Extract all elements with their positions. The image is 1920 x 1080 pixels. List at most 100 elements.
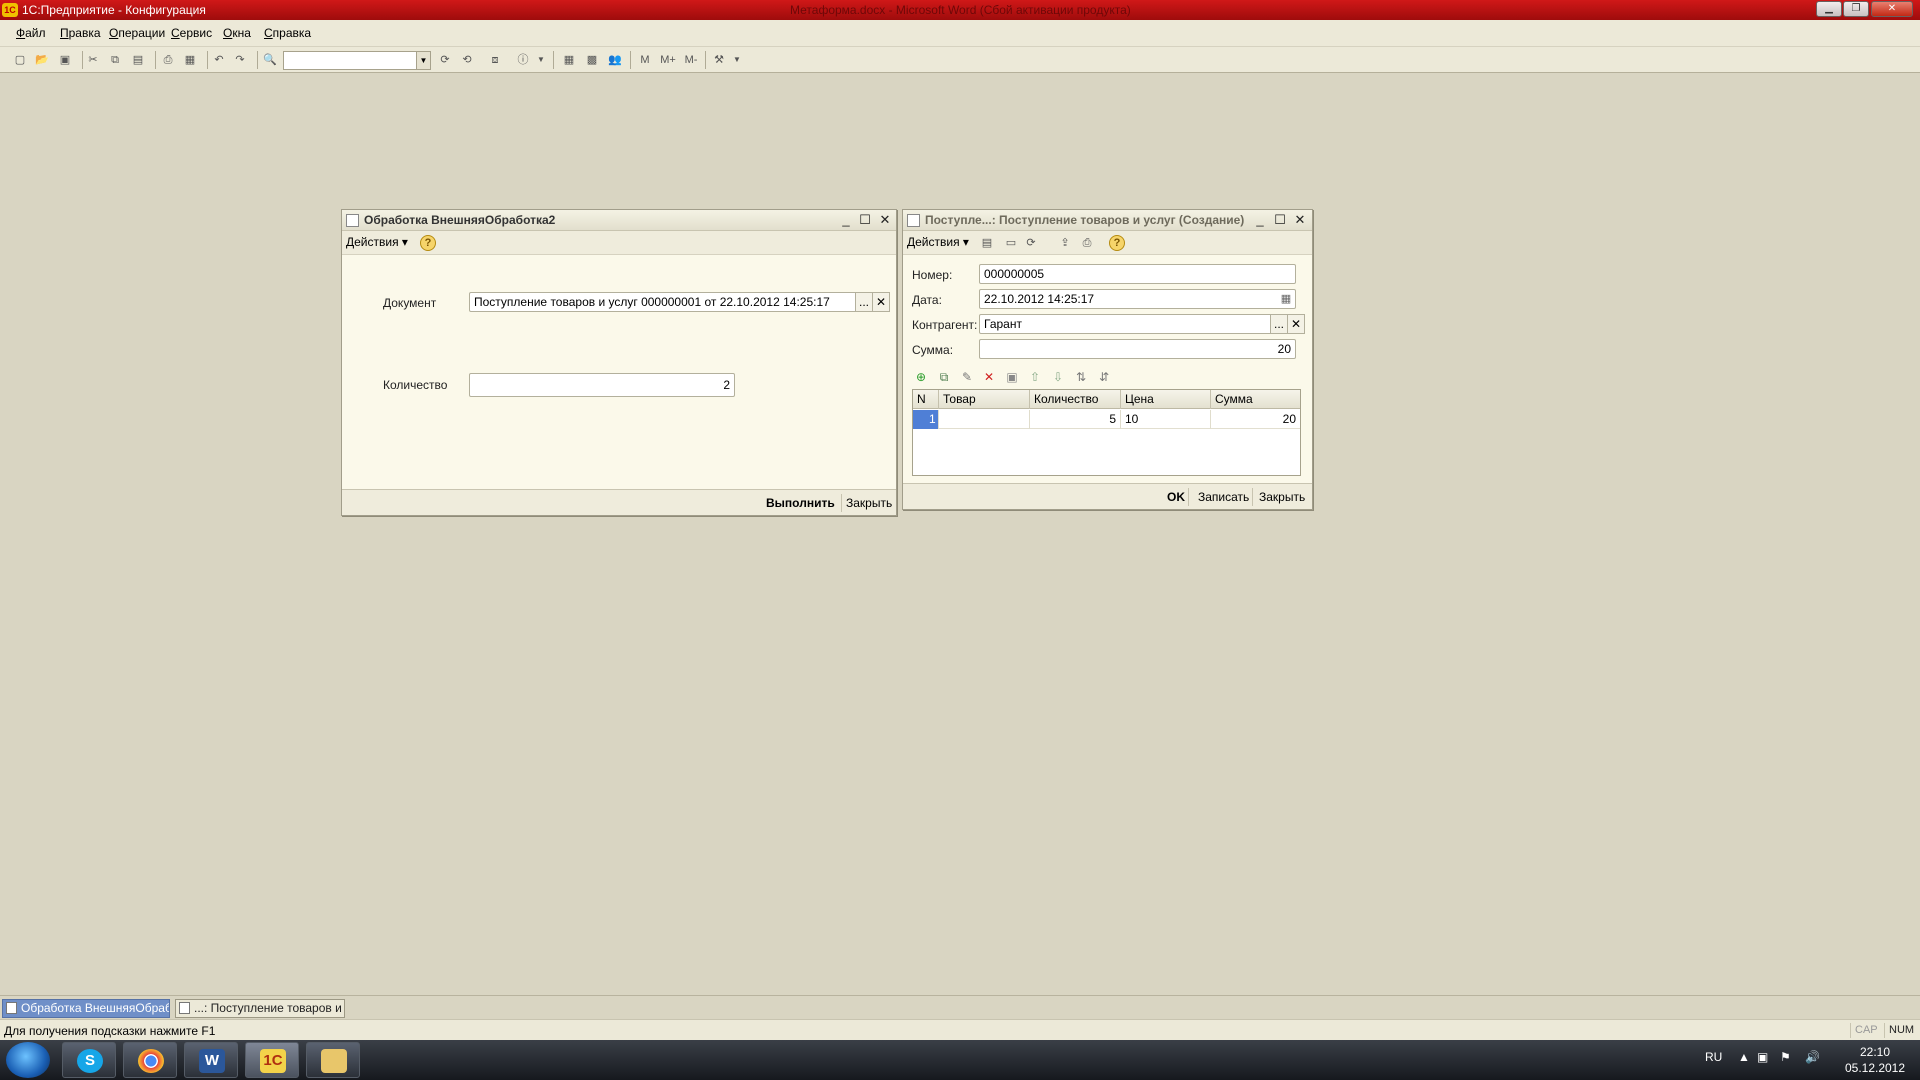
move-down-icon[interactable]: ⇩ [1050, 369, 1066, 385]
help-icon[interactable]: ? [1109, 235, 1125, 251]
main-title-bar[interactable]: 1С 1С:Предприятие - Конфигурация Метафор… [0, 0, 1920, 20]
memory-plus-button[interactable]: M+ [658, 52, 678, 68]
minimize-button[interactable]: ▁ [1816, 1, 1842, 17]
sum-field[interactable]: 20 [979, 339, 1296, 359]
network-icon[interactable]: ⚑ [1780, 1050, 1791, 1064]
window-tab-receipt[interactable]: ...: Поступление товаров и ... [175, 999, 345, 1018]
preview-icon[interactable]: ▦ [182, 52, 198, 68]
receipt-form-title-bar[interactable]: Поступле...: Поступление товаров и услуг… [903, 210, 1312, 231]
save-icon[interactable]: ▣ [57, 52, 73, 68]
close-button[interactable]: Закрыть [846, 496, 892, 510]
undo-icon[interactable]: ↶ [211, 52, 227, 68]
document-select-button[interactable]: ... [855, 292, 873, 312]
column-header-sum[interactable]: Сумма [1211, 390, 1300, 409]
row-number-cell[interactable]: 1 [913, 410, 939, 429]
menu-help[interactable]: Справка [264, 26, 311, 40]
contractor-select-button[interactable]: ... [1270, 314, 1288, 334]
window-tab-processing[interactable]: Обработка ВнешняяОбраб... [2, 999, 170, 1018]
find-icon[interactable]: 🔍 [262, 52, 278, 68]
taskbar-1c[interactable]: 1С [245, 1042, 299, 1078]
delete-row-icon[interactable]: ✕ [981, 369, 997, 385]
tools-icon[interactable]: ⚒ [711, 52, 727, 68]
maximize-icon[interactable]: ☐ [857, 212, 873, 228]
close-icon[interactable]: ✕ [877, 212, 893, 228]
column-header-product[interactable]: Товар [939, 390, 1030, 409]
info-icon[interactable]: ⓘ [515, 52, 531, 68]
sort-asc-icon[interactable]: ⇅ [1073, 369, 1089, 385]
sum-cell[interactable]: 20 [1211, 410, 1300, 429]
minimize-icon[interactable]: _ [838, 212, 854, 228]
help-icon[interactable]: ? [420, 235, 436, 251]
maximize-icon[interactable]: ☐ [1272, 212, 1288, 228]
language-indicator[interactable]: RU [1705, 1050, 1722, 1064]
table-icon[interactable]: ▦ [561, 52, 577, 68]
actions-menu-button[interactable]: Действия ▾ [907, 235, 969, 249]
date-field[interactable]: 22.10.2012 14:25:17 [979, 289, 1296, 309]
taskbar-explorer[interactable] [306, 1042, 360, 1078]
menu-service[interactable]: Сервис [171, 26, 212, 40]
memory-m-button[interactable]: M [637, 52, 653, 68]
cut-icon[interactable]: ✂ [85, 52, 101, 68]
quantity-cell[interactable]: 5 [1030, 410, 1121, 429]
movements-icon[interactable]: ▭ [1003, 235, 1019, 251]
start-button[interactable] [6, 1042, 50, 1078]
taskbar-chrome[interactable] [123, 1042, 177, 1078]
refresh-icon[interactable]: ⟳ [1023, 235, 1039, 251]
save-button[interactable]: Записать [1198, 490, 1249, 504]
redo-icon[interactable]: ↷ [232, 52, 248, 68]
quantity-field[interactable]: 2 [469, 373, 735, 397]
document-clear-button[interactable]: ✕ [872, 292, 890, 312]
copy-row-icon[interactable]: ⧉ [936, 369, 952, 385]
calendar-icon[interactable]: ▦ [1278, 291, 1294, 307]
find-next-icon[interactable]: ⟳ [437, 52, 453, 68]
close-button[interactable]: ✕ [1871, 1, 1913, 17]
print-icon[interactable]: ⎙ [1079, 235, 1095, 251]
volume-icon[interactable]: 🔊 [1805, 1050, 1820, 1064]
ok-button[interactable]: OK [1167, 490, 1185, 504]
taskbar-word[interactable]: W [184, 1042, 238, 1078]
actions-menu-button[interactable]: Действия ▾ [346, 235, 408, 249]
system-clock[interactable]: 22:10 05.12.2012 [1842, 1044, 1908, 1076]
post-icon[interactable]: ▤ [979, 235, 995, 251]
column-header-n[interactable]: N [913, 390, 939, 409]
product-cell[interactable] [939, 410, 1030, 429]
windows-icon[interactable]: ⧈ [487, 52, 503, 68]
menu-edit[interactable]: Правка [60, 26, 101, 40]
goods-table[interactable]: N Товар Количество Цена Сумма 1 5 10 20 [912, 389, 1301, 476]
edit-row-icon[interactable]: ✎ [959, 369, 975, 385]
move-up-icon[interactable]: ⇧ [1027, 369, 1043, 385]
find-prev-icon[interactable]: ⟲ [459, 52, 475, 68]
chevron-down-icon[interactable]: ▼ [729, 52, 745, 68]
chevron-down-icon[interactable]: ▼ [533, 52, 549, 68]
tray-app-icon[interactable]: ▣ [1757, 1050, 1768, 1064]
end-edit-icon[interactable]: ▣ [1004, 369, 1020, 385]
paste-icon[interactable]: ▤ [130, 52, 146, 68]
execute-button[interactable]: Выполнить [766, 496, 835, 510]
close-icon[interactable]: ✕ [1292, 212, 1308, 228]
add-row-icon[interactable]: ⊕ [913, 369, 929, 385]
table-row[interactable]: 1 5 10 20 [913, 410, 1300, 429]
taskbar-skype[interactable]: S [62, 1042, 116, 1078]
number-field[interactable]: 000000005 [979, 264, 1296, 284]
minimize-icon[interactable]: _ [1252, 212, 1268, 228]
contractor-field[interactable]: Гарант [979, 314, 1277, 334]
column-header-quantity[interactable]: Количество [1030, 390, 1121, 409]
contractor-clear-button[interactable]: ✕ [1287, 314, 1305, 334]
maximize-button[interactable]: ❐ [1843, 1, 1869, 17]
new-icon[interactable]: ▢ [12, 52, 28, 68]
close-button[interactable]: Закрыть [1259, 490, 1305, 504]
open-icon[interactable]: 📂 [34, 52, 50, 68]
memory-minus-button[interactable]: M- [681, 52, 701, 68]
column-header-price[interactable]: Цена [1121, 390, 1211, 409]
document-field[interactable]: Поступление товаров и услуг 000000001 от… [469, 292, 867, 312]
menu-operations[interactable]: Операции [109, 26, 165, 40]
menu-file[interactable]: Файл [16, 26, 46, 40]
search-combo[interactable]: ▼ [283, 51, 431, 70]
export-icon[interactable]: ⇪ [1057, 235, 1073, 251]
tray-expand-icon[interactable]: ▲ [1738, 1050, 1750, 1064]
calendar-icon[interactable]: ▩ [584, 52, 600, 68]
menu-windows[interactable]: Окна [223, 26, 251, 40]
print-icon[interactable]: ⎙ [160, 52, 176, 68]
sort-desc-icon[interactable]: ⇵ [1096, 369, 1112, 385]
users-icon[interactable]: 👥 [607, 52, 623, 68]
